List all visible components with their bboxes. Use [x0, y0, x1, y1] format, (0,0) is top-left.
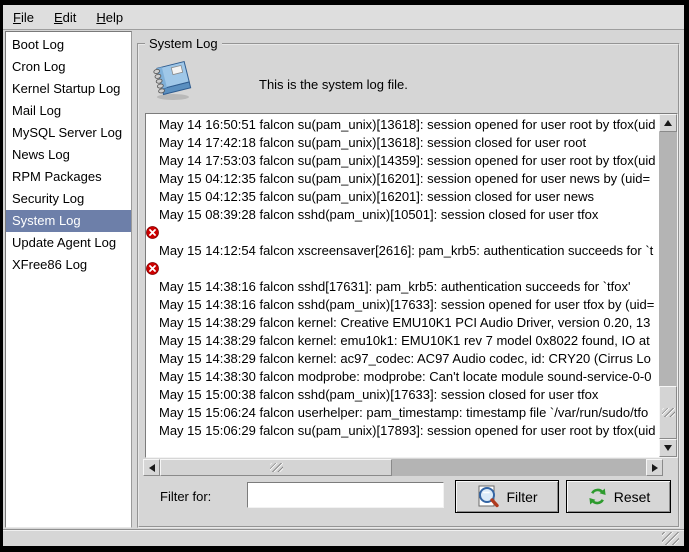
scroll-down-button[interactable] [659, 439, 677, 457]
sidebar-item-boot-log[interactable]: Boot Log [6, 34, 131, 56]
log-line: May 14 17:53:03 falcon su(pam_unix)[1435… [146, 152, 659, 170]
reset-button[interactable]: Reset [566, 480, 671, 513]
sidebar-item-xfree86-log[interactable]: XFree86 Log [6, 254, 131, 276]
sidebar-item-mysql-server-log[interactable]: MySQL Server Log [6, 122, 131, 144]
log-line: May 14 17:42:18 falcon su(pam_unix)[1361… [146, 134, 659, 152]
left-arrow-icon [149, 464, 155, 472]
log-line: May 15 04:12:35 falcon su(pam_unix)[1620… [146, 170, 659, 188]
sidebar-item-news-log[interactable]: News Log [6, 144, 131, 166]
log-description: This is the system log file. [259, 77, 408, 92]
app-window: File Edit Help Boot Log Cron Log Kernel … [0, 0, 689, 552]
log-rows: May 14 16:50:51 falcon su(pam_unix)[1361… [146, 116, 659, 440]
down-arrow-icon [664, 445, 672, 451]
log-line: May 15 14:38:29 falcon kernel: emu10k1: … [146, 332, 659, 350]
menu-edit[interactable]: Edit [51, 7, 84, 28]
sidebar-item-security-log[interactable]: Security Log [6, 188, 131, 210]
log-line: May 15 14:38:16 falcon sshd[17631]: pam_… [146, 278, 659, 296]
refresh-icon [587, 486, 608, 507]
groupbox-title: System Log [145, 36, 222, 51]
log-line: May 15 08:39:28 falcon sshd(pam_unix)[10… [146, 206, 659, 224]
error-icon [146, 226, 159, 239]
menu-file[interactable]: File [10, 7, 42, 28]
thumb-grip [662, 408, 675, 417]
log-line: May 15 14:12:53 falcon xscreensaver(pam_… [146, 224, 659, 242]
sidebar-item-kernel-startup-log[interactable]: Kernel Startup Log [6, 78, 131, 100]
log-line: May 15 14:12:54 falcon xscreensaver[2616… [146, 242, 659, 260]
resize-grip[interactable] [662, 532, 679, 545]
sidebar-item-mail-log[interactable]: Mail Log [6, 100, 131, 122]
horizontal-scroll-thumb[interactable] [160, 459, 392, 476]
log-line: May 15 15:00:38 falcon sshd(pam_unix)[17… [146, 386, 659, 404]
log-line: May 15 14:38:30 falcon modprobe: modprob… [146, 368, 659, 386]
log-list: Boot Log Cron Log Kernel Startup Log Mai… [5, 31, 132, 528]
reset-button-label: Reset [614, 489, 651, 505]
search-icon [476, 484, 500, 509]
statusbar-divider [3, 529, 684, 531]
scroll-left-button[interactable] [143, 459, 160, 476]
sidebar-item-cron-log[interactable]: Cron Log [6, 56, 131, 78]
right-arrow-icon [652, 464, 658, 472]
sidebar-item-system-log[interactable]: System Log [6, 210, 131, 232]
error-icon [146, 262, 159, 275]
sidebar-item-rpm-packages[interactable]: RPM Packages [6, 166, 131, 188]
sidebar-item-update-agent-log[interactable]: Update Agent Log [6, 232, 131, 254]
log-line: May 15 15:06:29 falcon su(pam_unix)[1789… [146, 422, 659, 440]
scrollbar-vertical[interactable] [659, 114, 677, 457]
filter-button-label: Filter [506, 489, 537, 505]
thumb-grip [270, 463, 283, 472]
log-line: May 15 14:38:16 falcon sshd(pam_unix)[17… [146, 260, 659, 278]
log-line: May 15 04:12:35 falcon su(pam_unix)[1620… [146, 188, 659, 206]
scroll-right-button[interactable] [646, 459, 663, 476]
log-line: May 15 15:06:24 falcon userhelper: pam_t… [146, 404, 659, 422]
menu-help[interactable]: Help [93, 7, 131, 28]
scroll-up-button[interactable] [659, 114, 677, 132]
log-line: May 15 14:38:16 falcon sshd(pam_unix)[17… [146, 296, 659, 314]
up-arrow-icon [664, 120, 672, 126]
vertical-scroll-thumb[interactable] [659, 386, 677, 439]
filter-label: Filter for: [160, 489, 211, 504]
log-line: May 15 14:38:29 falcon kernel: Creative … [146, 314, 659, 332]
scrollbar-horizontal[interactable] [143, 459, 663, 476]
log-view[interactable]: May 14 16:50:51 falcon su(pam_unix)[1361… [145, 113, 678, 458]
filter-input[interactable] [247, 482, 444, 508]
log-line: May 14 16:50:51 falcon su(pam_unix)[1361… [146, 116, 659, 134]
menubar: File Edit Help [3, 5, 684, 30]
filter-button[interactable]: Filter [455, 480, 559, 513]
log-line: May 15 14:38:29 falcon kernel: ac97_code… [146, 350, 659, 368]
notebook-icon [149, 55, 195, 103]
